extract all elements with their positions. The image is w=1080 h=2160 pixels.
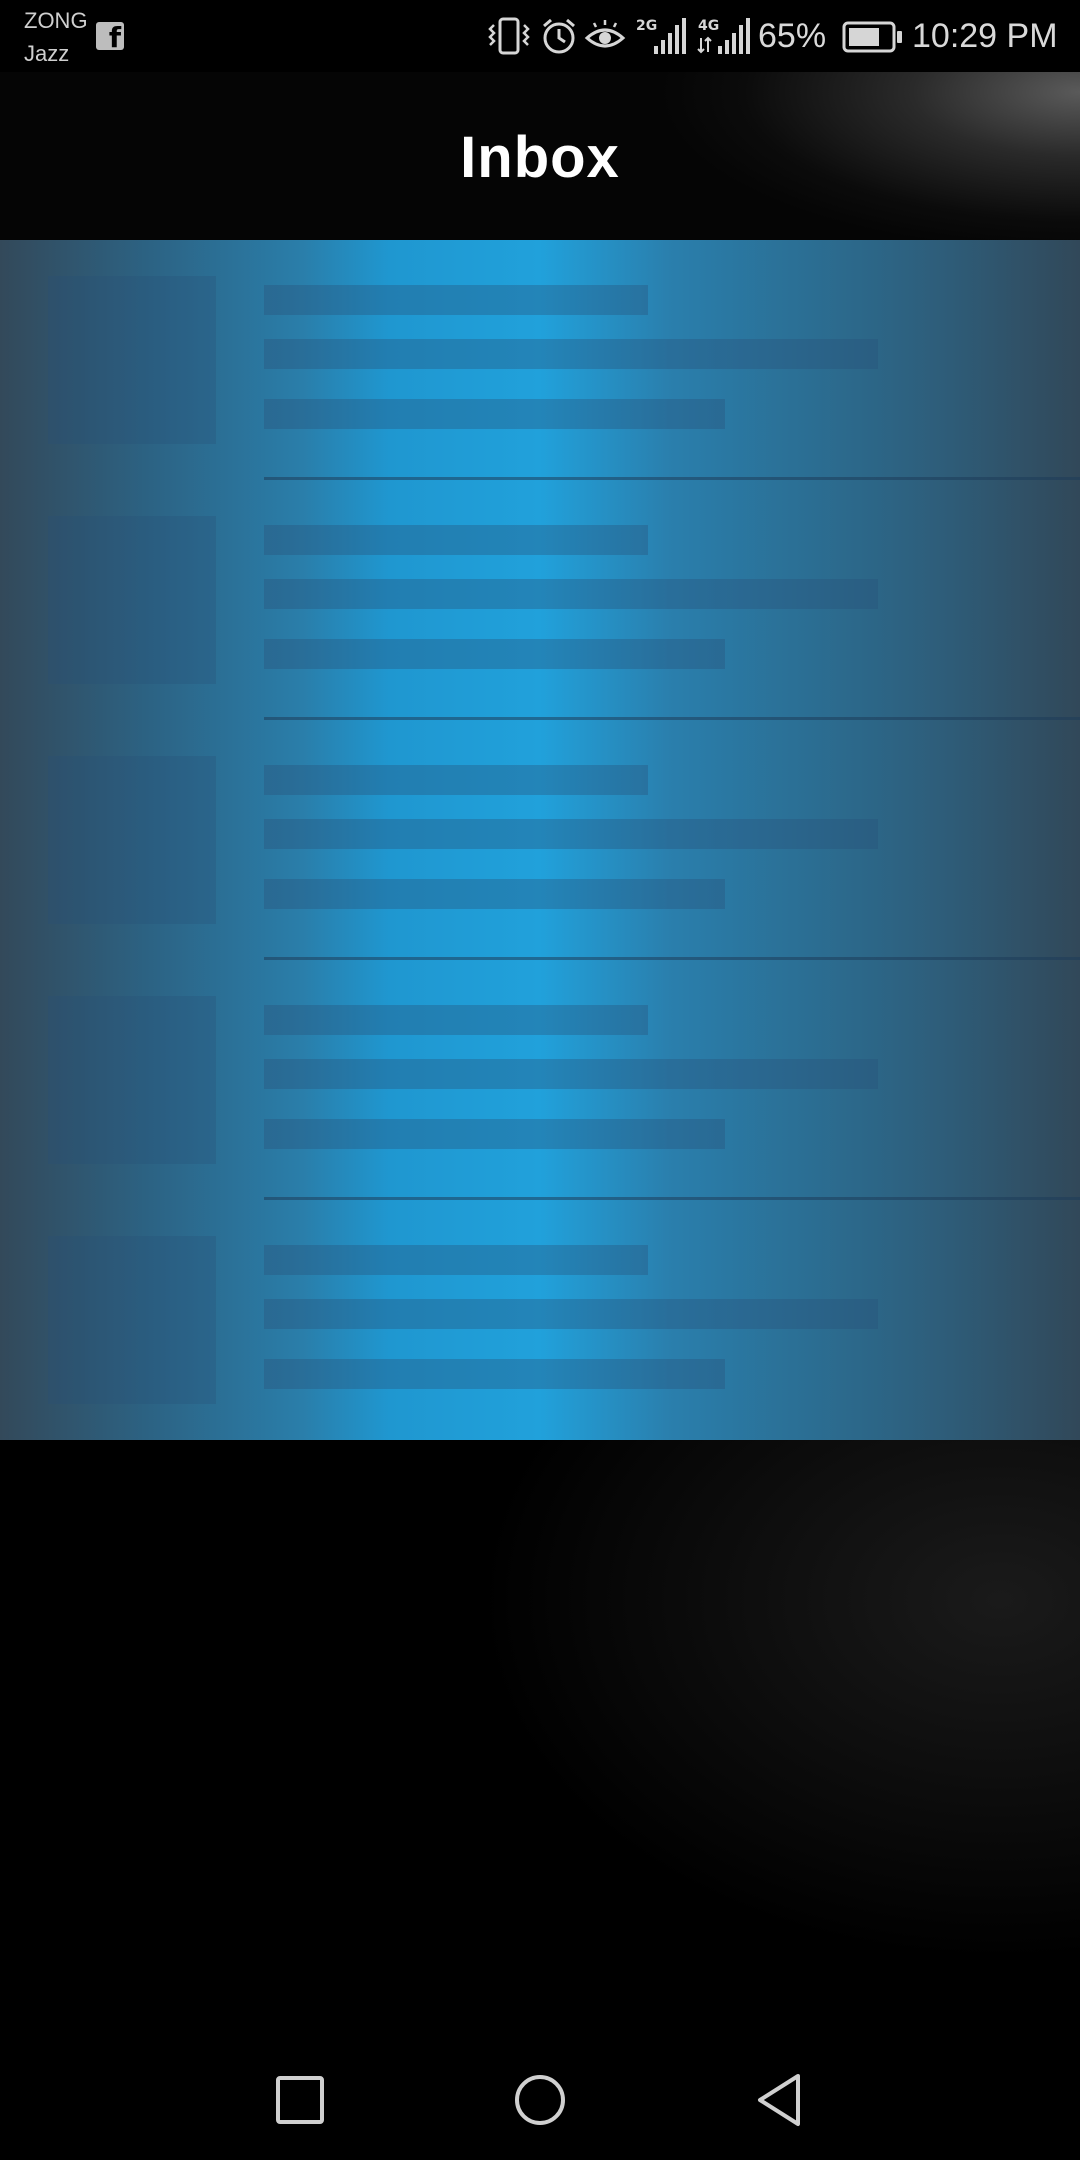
text-line-placeholder <box>264 765 648 795</box>
text-line-placeholder <box>264 1245 648 1275</box>
app-header: Inbox <box>0 72 1080 240</box>
thumbnail-placeholder <box>48 276 216 444</box>
list-item-placeholder <box>0 960 1080 1200</box>
network-2g-label: 2G <box>636 18 657 34</box>
text-line-placeholder <box>264 1059 878 1089</box>
carrier-secondary: Jazz <box>24 41 70 66</box>
thumbnail-placeholder <box>48 516 216 684</box>
vibrate-icon <box>488 17 530 55</box>
status-bar: ZONG Jazz 2G <box>0 0 1080 72</box>
eye-comfort-icon <box>584 20 626 48</box>
battery-percent: 65% <box>758 17 827 55</box>
clock: 10:29 PM <box>912 17 1058 55</box>
content-background <box>0 1440 1080 2040</box>
text-line-placeholder <box>264 339 878 369</box>
alarm-icon <box>543 18 575 54</box>
page-title: Inbox <box>460 125 620 190</box>
signal-icon: 2G <box>636 18 686 54</box>
text-line-placeholder <box>264 1119 725 1149</box>
list-item-placeholder <box>0 1200 1080 1440</box>
text-line-placeholder <box>264 399 725 429</box>
carrier-primary: ZONG <box>24 8 88 33</box>
text-line-placeholder <box>264 639 725 669</box>
thumbnail-placeholder <box>48 996 216 1164</box>
list-item-placeholder <box>0 480 1080 720</box>
thumbnail-placeholder <box>48 756 216 924</box>
app-root: ZONG Jazz 2G <box>0 0 1080 2160</box>
home-icon[interactable] <box>508 2068 572 2132</box>
thumbnail-placeholder <box>48 1236 216 1404</box>
text-line-placeholder <box>264 819 878 849</box>
text-line-placeholder <box>264 1005 648 1035</box>
recents-icon[interactable] <box>268 2068 332 2132</box>
text-line-placeholder <box>264 879 725 909</box>
battery-icon <box>842 21 902 53</box>
network-4g-label: 4G <box>698 18 719 34</box>
back-icon[interactable] <box>748 2068 812 2132</box>
text-line-placeholder <box>264 1359 725 1389</box>
text-line-placeholder <box>264 579 878 609</box>
text-line-placeholder <box>264 1299 878 1329</box>
text-line-placeholder <box>264 285 648 315</box>
inbox-loading-list <box>0 240 1080 1440</box>
system-nav-bar <box>0 2040 1080 2160</box>
signal-icon: 4G <box>697 18 750 54</box>
facebook-icon <box>96 21 124 54</box>
list-item-placeholder <box>0 240 1080 480</box>
list-item-placeholder <box>0 720 1080 960</box>
text-line-placeholder <box>264 525 648 555</box>
